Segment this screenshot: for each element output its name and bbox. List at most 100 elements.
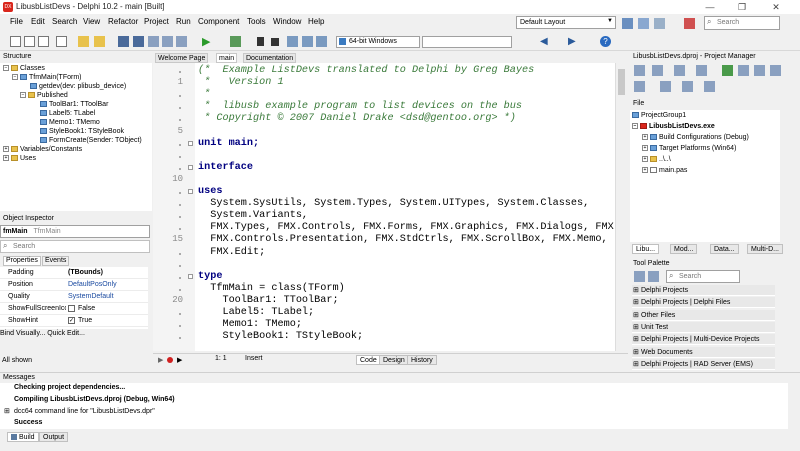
platform-select[interactable]: 64-bit Windows xyxy=(336,36,420,48)
record-macro-icon[interactable] xyxy=(167,357,173,363)
activate-icon[interactable] xyxy=(634,65,645,76)
code-line[interactable]: * Version 1 xyxy=(198,77,283,89)
fold-icon[interactable] xyxy=(188,273,193,279)
tree-item[interactable]: + Uses xyxy=(3,154,36,163)
collapse-icon[interactable]: − xyxy=(12,74,18,81)
feedback-icon[interactable] xyxy=(684,18,695,29)
help-icon[interactable]: ? xyxy=(600,36,611,47)
forward-icon[interactable]: ▶ xyxy=(568,36,576,47)
run-icon[interactable]: ▶ xyxy=(202,35,210,48)
collapse-icon[interactable]: − xyxy=(632,123,638,130)
property-row[interactable]: ShowFullScreenIcon False xyxy=(0,303,148,315)
tree-item[interactable]: − TfmMain(TForm) xyxy=(12,73,82,82)
tab-welcome-page[interactable]: Welcome Page xyxy=(155,53,209,63)
code-line[interactable]: * libusb example program to list devices… xyxy=(198,101,522,113)
tree-item[interactable]: + Variables/Constants xyxy=(3,145,82,154)
code-line[interactable]: ToolBar1: TToolBar; xyxy=(198,295,338,307)
tree-item[interactable]: − Published xyxy=(20,91,68,100)
new-unit-icon[interactable] xyxy=(38,36,49,47)
open-project-file-icon[interactable] xyxy=(148,36,159,47)
tab-properties[interactable]: Properties xyxy=(3,256,41,266)
refresh-icon[interactable] xyxy=(722,65,733,76)
run-to-cursor-icon[interactable] xyxy=(316,36,327,47)
build-icon[interactable] xyxy=(634,81,645,92)
tree-item[interactable]: getdev(dev: plibusb_device) xyxy=(30,82,126,91)
tree-item[interactable]: Label5: TLabel xyxy=(40,109,95,118)
expand-icon[interactable]: + xyxy=(3,146,9,153)
set-debug-desktop-icon[interactable] xyxy=(638,18,649,29)
stop-icon[interactable] xyxy=(271,38,279,46)
add-icon[interactable] xyxy=(674,65,685,76)
project-tree-scrollbar[interactable] xyxy=(780,110,792,242)
layout-select[interactable]: Default Layout xyxy=(516,16,616,29)
palette-scrollbar[interactable] xyxy=(776,284,788,370)
menu-run[interactable]: Run xyxy=(176,17,191,26)
reopen-icon[interactable] xyxy=(176,36,187,47)
maximize-button[interactable]: ❐ xyxy=(728,1,756,13)
tab-history[interactable]: History xyxy=(407,355,437,365)
menu-component[interactable]: Component xyxy=(198,17,239,26)
new-form-icon[interactable] xyxy=(24,36,35,47)
code-line[interactable]: FMX.Edit; xyxy=(198,247,265,259)
scroll-thumb[interactable] xyxy=(618,69,625,95)
property-value[interactable]: (TBounds) xyxy=(68,267,103,279)
pause-icon[interactable] xyxy=(257,37,264,46)
minimize-button[interactable]: — xyxy=(696,1,724,13)
tree-item[interactable]: StyleBook1: TStyleBook xyxy=(40,127,124,136)
play-macro-icon[interactable]: ▶ xyxy=(177,356,182,364)
nav-back-icon[interactable]: ▶ xyxy=(158,356,163,364)
property-row[interactable]: ShowHint ✓ True xyxy=(0,315,148,327)
palette-category[interactable]: ⊞ Delphi Projects xyxy=(632,285,775,296)
palette-categories-icon[interactable] xyxy=(634,271,645,282)
back-icon[interactable]: ◀ xyxy=(540,36,548,47)
save-desktop-icon[interactable] xyxy=(622,18,633,29)
clean-icon[interactable] xyxy=(682,81,693,92)
oi-footer-links[interactable]: Bind Visually... Quick Edit... xyxy=(0,330,85,337)
new-file-icon[interactable] xyxy=(10,36,21,47)
save-all-icon[interactable] xyxy=(133,36,144,47)
sync-icon[interactable] xyxy=(652,65,663,76)
code-editor[interactable]: (* Example ListDevs translated to Delphi… xyxy=(195,63,615,351)
tab-documentation[interactable]: Documentation xyxy=(243,53,297,63)
tab-design[interactable]: Design xyxy=(379,355,409,365)
tab-main[interactable]: main xyxy=(216,53,238,63)
expand-icon[interactable]: ⊞ xyxy=(633,334,639,345)
palette-search-input[interactable]: Search xyxy=(666,270,740,283)
code-line[interactable]: unit main; xyxy=(198,138,259,150)
menu-project[interactable]: Project xyxy=(144,17,169,26)
fold-icon[interactable] xyxy=(188,140,193,146)
step-over-icon[interactable] xyxy=(287,36,298,47)
tree-item[interactable]: FormCreate(Sender: TObject) xyxy=(40,136,142,145)
tab-output[interactable]: Output xyxy=(39,432,69,442)
expand-icon[interactable]: + xyxy=(3,155,9,162)
remove-icon[interactable] xyxy=(696,65,707,76)
search-input[interactable]: Search xyxy=(704,16,780,30)
message-line[interactable]: Compiling LibusbListDevs.dproj (Debug, W… xyxy=(14,396,175,403)
code-line[interactable]: System.SysUtils, System.Types, System.UI… xyxy=(198,198,589,210)
messages-scrollbar[interactable] xyxy=(788,383,800,429)
message-line[interactable]: Success xyxy=(14,419,42,426)
expand-icon[interactable]: ⊞ xyxy=(4,407,10,415)
trace-into-icon[interactable] xyxy=(302,36,313,47)
oi-search-input[interactable]: Search xyxy=(0,240,150,253)
expand-icon[interactable]: ⊞ xyxy=(633,347,639,358)
palette-category[interactable]: ⊞ Unit Test xyxy=(632,321,775,333)
tree-item[interactable]: − LibusbListDevs.exe xyxy=(632,122,715,131)
tab-events[interactable]: Events xyxy=(42,256,70,266)
tab-data[interactable]: Data... xyxy=(710,244,739,254)
save-icon[interactable] xyxy=(118,36,129,47)
desktop-layout-icon[interactable] xyxy=(654,18,665,29)
property-row[interactable]: Quality SystemDefault xyxy=(0,291,148,303)
tree-item[interactable]: ToolBar1: TToolBar xyxy=(40,100,108,109)
menu-window[interactable]: Window xyxy=(273,17,301,26)
palette-category[interactable]: ⊞ Delphi Projects | Delphi Files xyxy=(632,297,775,309)
fold-icon[interactable] xyxy=(188,164,193,170)
tree-item[interactable]: ProjectGroup1 xyxy=(632,111,686,120)
expand-icon[interactable]: ⊞ xyxy=(633,359,639,370)
code-line[interactable]: * xyxy=(198,89,210,101)
open-project-icon[interactable] xyxy=(94,36,105,47)
expand-icon[interactable]: + xyxy=(642,134,648,141)
expand-icon[interactable]: ⊞ xyxy=(633,322,639,333)
code-line[interactable]: interface xyxy=(198,162,253,174)
menu-edit[interactable]: Edit xyxy=(31,17,45,26)
